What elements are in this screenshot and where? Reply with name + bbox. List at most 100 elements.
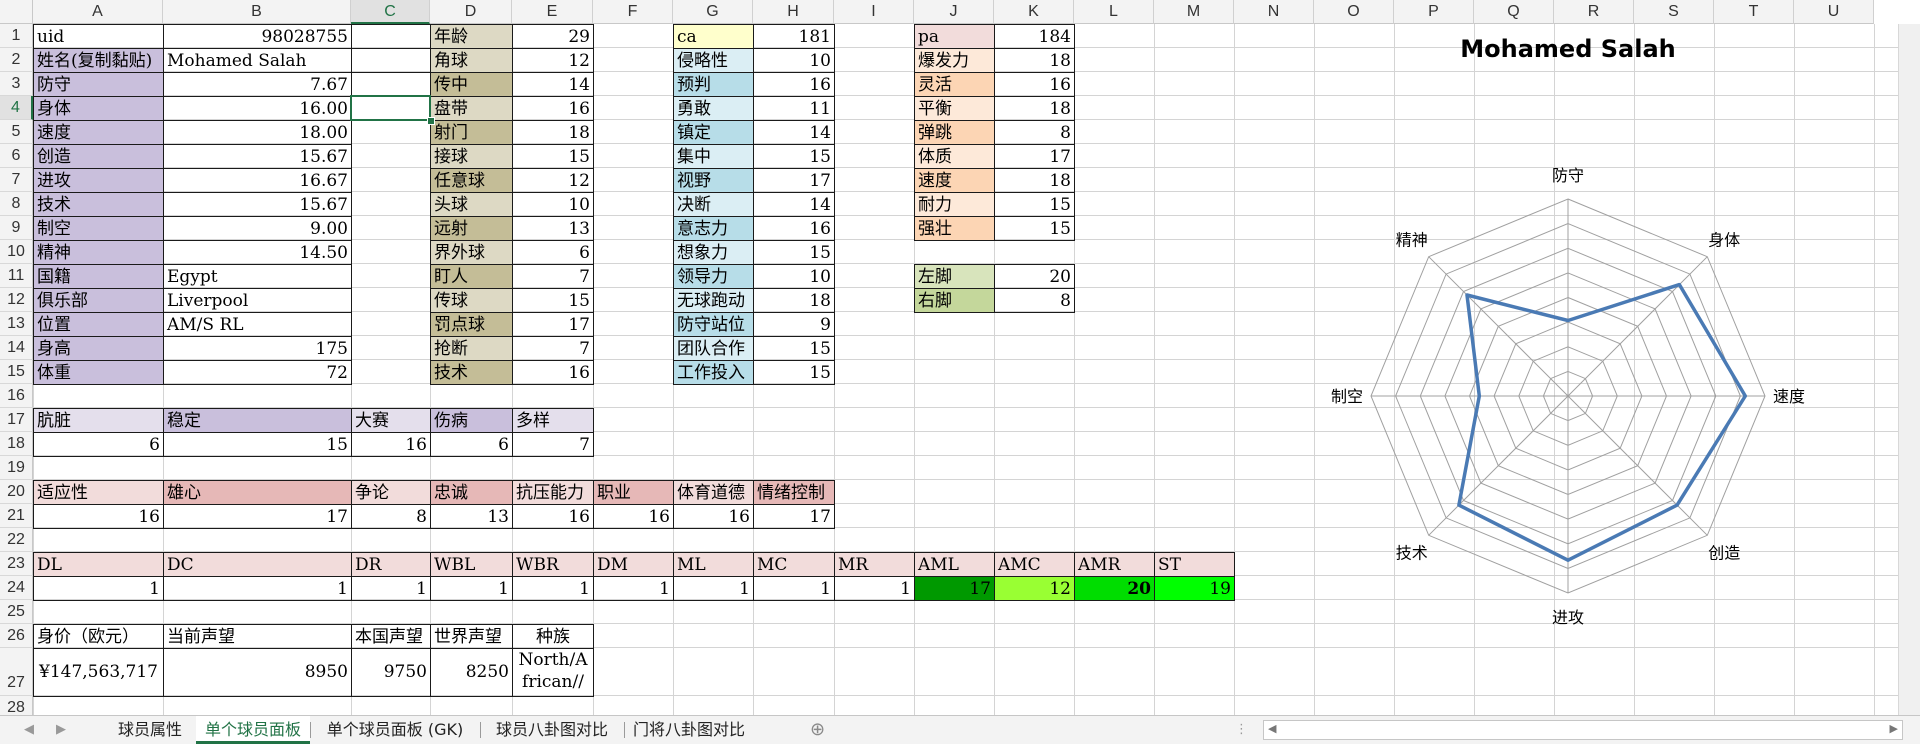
row-header-18[interactable]: 18 <box>0 432 33 456</box>
position-rating[interactable]: 1 <box>430 576 513 601</box>
physical-value[interactable]: 18 <box>994 96 1075 121</box>
column-header-l[interactable]: L <box>1074 0 1154 24</box>
column-header-s[interactable]: S <box>1634 0 1714 24</box>
technical-value[interactable]: 14 <box>512 72 594 97</box>
mental-label[interactable]: 意志力 <box>673 216 754 241</box>
select-all-corner[interactable] <box>0 0 33 24</box>
mental-value[interactable]: 181 <box>753 24 835 49</box>
personality-value[interactable]: 16 <box>33 504 164 529</box>
radar-chart[interactable]: Mohamed Salah 防守身体速度创造进攻 技术 制空 精神 <box>1240 24 1896 712</box>
row-header-8[interactable]: 8 <box>0 192 33 216</box>
technical-value[interactable]: 16 <box>512 360 594 385</box>
row-header-14[interactable]: 14 <box>0 336 33 360</box>
physical-label[interactable]: 弹跳 <box>914 120 995 145</box>
technical-value[interactable]: 12 <box>512 48 594 73</box>
column-header-c[interactable]: C <box>351 0 430 24</box>
personality-label[interactable]: 适应性 <box>33 480 164 505</box>
row-header-15[interactable]: 15 <box>0 360 33 384</box>
add-sheet-icon[interactable]: ⊕ <box>810 716 825 744</box>
mental-value[interactable]: 15 <box>753 360 835 385</box>
foot-label[interactable]: 右脚 <box>914 288 995 313</box>
row-header-21[interactable]: 21 <box>0 504 33 528</box>
technical-label[interactable]: 罚点球 <box>430 312 513 337</box>
physical-label[interactable]: 强壮 <box>914 216 995 241</box>
physical-label[interactable]: pa <box>914 24 995 49</box>
row-header-11[interactable]: 11 <box>0 264 33 288</box>
mental-label[interactable]: 防守站位 <box>673 312 754 337</box>
uid-label[interactable]: uid <box>33 24 164 49</box>
technical-value[interactable]: 6 <box>512 240 594 265</box>
category-label[interactable]: 身体 <box>33 96 164 121</box>
row-header-10[interactable]: 10 <box>0 240 33 264</box>
mental-value[interactable]: 15 <box>753 144 835 169</box>
physical-label[interactable]: 灵活 <box>914 72 995 97</box>
finance-value[interactable]: 9750 <box>351 648 431 697</box>
technical-label[interactable]: 射门 <box>430 120 513 145</box>
column-header-n[interactable]: N <box>1234 0 1314 24</box>
finance-value[interactable]: ¥147,563,717 <box>33 648 164 697</box>
finance-value[interactable]: 8950 <box>163 648 352 697</box>
row-header-17[interactable]: 17 <box>0 408 33 432</box>
position-label[interactable]: DL <box>33 552 164 577</box>
mental-label[interactable]: 视野 <box>673 168 754 193</box>
position-rating[interactable]: 1 <box>593 576 674 601</box>
physical-value[interactable]: 15 <box>994 192 1075 217</box>
mental-value[interactable]: 10 <box>753 264 835 289</box>
column-header-p[interactable]: P <box>1394 0 1474 24</box>
hidden-attr-label[interactable]: 肮脏 <box>33 408 164 433</box>
row-header-24[interactable]: 24 <box>0 576 33 600</box>
row-header-3[interactable]: 3 <box>0 72 33 96</box>
finance-label[interactable]: 当前声望 <box>163 624 352 649</box>
nationality-label[interactable]: 国籍 <box>33 264 164 289</box>
mental-label[interactable]: 团队合作 <box>673 336 754 361</box>
technical-label[interactable]: 抢断 <box>430 336 513 361</box>
row-header-16[interactable]: 16 <box>0 384 33 408</box>
row-header-22[interactable]: 22 <box>0 528 33 552</box>
column-header-u[interactable]: U <box>1794 0 1874 24</box>
row-header-13[interactable]: 13 <box>0 312 33 336</box>
scroll-right-icon[interactable]: ▶ <box>1890 722 1898 735</box>
physical-value[interactable]: 8 <box>994 120 1075 145</box>
personality-value[interactable]: 16 <box>673 504 754 529</box>
mental-value[interactable]: 18 <box>753 288 835 313</box>
technical-label[interactable]: 技术 <box>430 360 513 385</box>
category-label[interactable]: 速度 <box>33 120 164 145</box>
personality-label[interactable]: 抗压能力 <box>512 480 594 505</box>
position-value[interactable]: AM/S RL <box>163 312 352 337</box>
mental-label[interactable]: 工作投入 <box>673 360 754 385</box>
mental-label[interactable]: 决断 <box>673 192 754 217</box>
name-value[interactable]: Mohamed Salah <box>163 48 352 73</box>
row-header-25[interactable]: 25 <box>0 600 33 624</box>
row-header-2[interactable]: 2 <box>0 48 33 72</box>
spreadsheet-grid[interactable]: A B C D E F G H I J K L M N O P Q R S T U 1 2 3 4 5 6 7 8 9 10 11 12 13 14… <box>0 0 1920 715</box>
row-header-7[interactable]: 7 <box>0 168 33 192</box>
physical-value[interactable]: 16 <box>994 72 1075 97</box>
mental-value[interactable]: 16 <box>753 216 835 241</box>
sheet-tab[interactable]: 单个球员面板 <box>196 716 310 744</box>
category-value[interactable]: 18.00 <box>163 120 352 145</box>
position-rating[interactable]: 1 <box>512 576 594 601</box>
mental-value[interactable]: 14 <box>753 192 835 217</box>
category-value[interactable]: 16.00 <box>163 96 352 121</box>
technical-label[interactable]: 任意球 <box>430 168 513 193</box>
row-header-9[interactable]: 9 <box>0 216 33 240</box>
ethnicity-value[interactable]: North/African//Middle/Eastern <box>512 648 594 697</box>
column-header-b[interactable]: B <box>163 0 351 24</box>
mental-value[interactable]: 9 <box>753 312 835 337</box>
finance-label[interactable]: 身价（欧元） <box>33 624 164 649</box>
position-label[interactable]: AML <box>914 552 995 577</box>
finance-label[interactable]: 世界声望 <box>430 624 513 649</box>
category-label[interactable]: 技术 <box>33 192 164 217</box>
hidden-attr-label[interactable]: 伤病 <box>430 408 513 433</box>
position-rating[interactable]: 12 <box>994 576 1075 601</box>
technical-value[interactable]: 17 <box>512 312 594 337</box>
position-label[interactable]: WBR <box>512 552 594 577</box>
mental-value[interactable]: 17 <box>753 168 835 193</box>
mental-value[interactable]: 11 <box>753 96 835 121</box>
technical-label[interactable]: 角球 <box>430 48 513 73</box>
column-header-r[interactable]: R <box>1554 0 1634 24</box>
sheet-tab[interactable]: 门将八卦图对比 <box>624 716 754 744</box>
technical-value[interactable]: 15 <box>512 144 594 169</box>
row-header-5[interactable]: 5 <box>0 120 33 144</box>
technical-value[interactable]: 13 <box>512 216 594 241</box>
